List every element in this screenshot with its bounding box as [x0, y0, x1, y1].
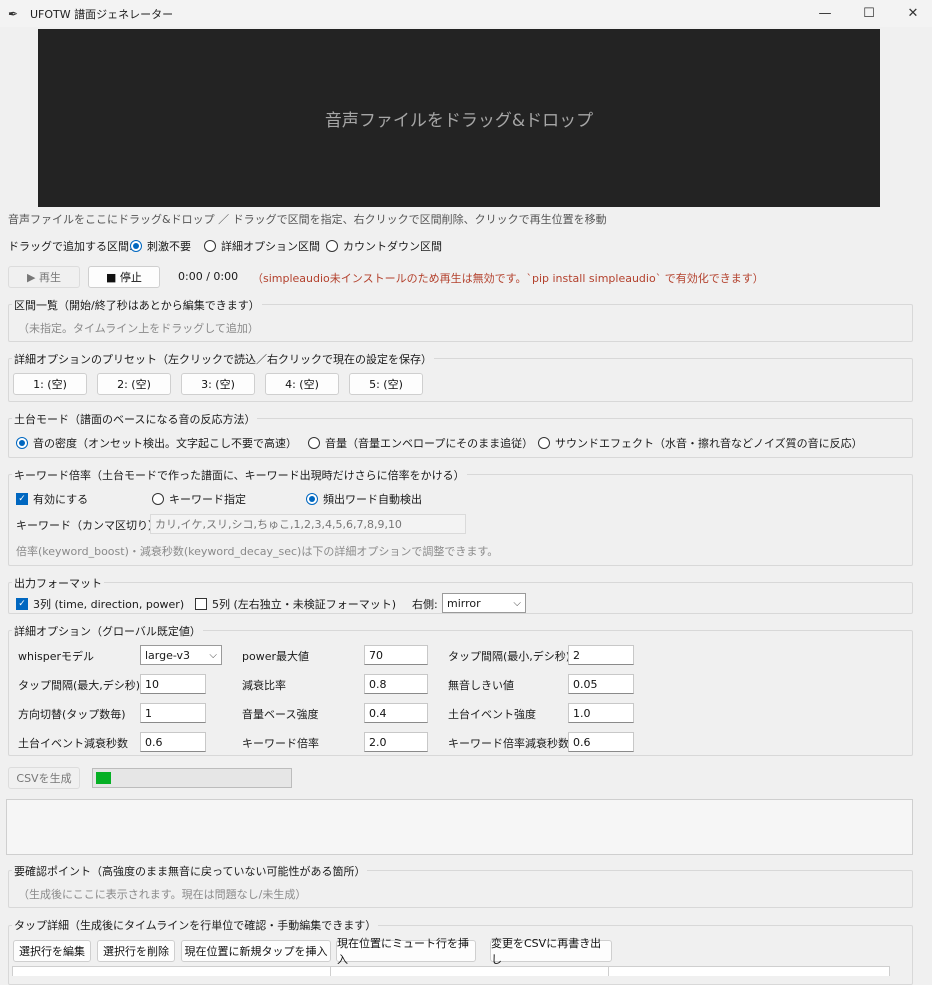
- maximize-button[interactable]: ☐: [846, 0, 892, 27]
- tap-interval-max-input[interactable]: 10: [140, 674, 206, 694]
- insert-tap-button[interactable]: 現在位置に新規タップを挿入: [181, 940, 331, 962]
- five-column-checkbox[interactable]: 5列 (左右独立・未検証フォーマット): [195, 596, 396, 612]
- base-mode-sound-effect[interactable]: サウンドエフェクト（水音・擦れ音などノイズ質の音に反応）: [538, 435, 863, 451]
- silence-threshold-label: 無音しきい値: [448, 679, 514, 692]
- drop-zone-text: 音声ファイルをドラッグ&ドロップ: [324, 110, 594, 131]
- table-column[interactable]: [331, 967, 609, 976]
- tap-interval-max-label: タップ間隔(最大,デシ秒): [18, 679, 141, 692]
- minimize-button[interactable]: —: [802, 0, 848, 27]
- segments-empty: （未指定。タイムライン上をドラッグして追加）: [18, 322, 259, 335]
- keyword-input[interactable]: カリ,イケ,スリ,シコ,ちゅこ,1,2,3,4,5,6,7,8,9,10: [150, 514, 466, 534]
- keyword-decay-label: キーワード倍率減衰秒数: [448, 737, 569, 750]
- preset-2-button[interactable]: 2: (空): [97, 373, 171, 395]
- review-points-title: 要確認ポイント（高強度のまま無音に戻っていない可能性がある箇所）: [12, 863, 368, 879]
- output-format-title: 出力フォーマット: [12, 575, 104, 591]
- rewrite-csv-button[interactable]: 変更をCSVに再書き出し: [490, 937, 612, 966]
- segments-title: 区間一覧（開始/終了秒はあとから編集できます）: [12, 297, 262, 313]
- keyword-boost-input[interactable]: 2.0: [364, 732, 428, 752]
- base-event-strength-input[interactable]: 1.0: [568, 703, 634, 723]
- keyword-enable-checkbox[interactable]: ✓ 有効にする: [16, 491, 88, 507]
- volume-base-strength-input[interactable]: 0.4: [364, 703, 428, 723]
- preset-3-button[interactable]: 3: (空): [181, 373, 255, 395]
- direction-switch-input[interactable]: 1: [140, 703, 206, 723]
- preset-4-button[interactable]: 4: (空): [265, 373, 339, 395]
- base-mode-density[interactable]: 音の密度（オンセット検出。文字起こし不要で高速）: [16, 435, 297, 451]
- radio-dot: [16, 437, 28, 449]
- whisper-model-select[interactable]: large-v3 ⌵: [140, 645, 222, 665]
- tap-details-title: タップ詳細（生成後にタイムラインを行単位で確認・手動編集できます）: [12, 917, 379, 933]
- whisper-model-label: whisperモデル: [18, 650, 95, 663]
- three-column-checkbox[interactable]: ✓ 3列 (time, direction, power): [16, 596, 184, 612]
- log-output[interactable]: [6, 799, 913, 855]
- radio-dot: [204, 240, 216, 252]
- audio-drop-zone[interactable]: 音声ファイルをドラッグ&ドロップ: [38, 29, 880, 207]
- radio-dot: [152, 493, 164, 505]
- power-max-input[interactable]: 70: [364, 645, 428, 665]
- edit-row-button[interactable]: 選択行を編集: [13, 940, 91, 962]
- presets-title: 詳細オプションのプリセット（左クリックで読込／右クリックで現在の設定を保存）: [12, 351, 434, 367]
- right-side-select[interactable]: mirror ⌵: [442, 593, 526, 613]
- check-icon: ✓: [16, 493, 28, 505]
- check-icon: ✓: [16, 598, 28, 610]
- volume-base-strength-label: 音量ベース強度: [242, 708, 319, 721]
- table-column[interactable]: [13, 967, 331, 976]
- audio-warning: （simpleaudio未インストールのため再生は無効です。`pip insta…: [252, 272, 764, 285]
- right-side-label: 右側:: [412, 598, 438, 611]
- tap-interval-min-input[interactable]: 2: [568, 645, 634, 665]
- keyword-mode-specified[interactable]: キーワード指定: [152, 491, 246, 507]
- radio-dot: [308, 437, 320, 449]
- delete-row-button[interactable]: 選択行を削除: [97, 940, 175, 962]
- base-event-decay-label: 土台イベント減衰秒数: [18, 737, 128, 750]
- decay-ratio-input[interactable]: 0.8: [364, 674, 428, 694]
- keyword-mode-auto[interactable]: 頻出ワード自動検出: [306, 491, 422, 507]
- checkbox-box: [195, 598, 207, 610]
- keyword-title: キーワード倍率（土台モードで作った譜面に、キーワード出現時だけさらに倍率をかける…: [12, 467, 467, 483]
- keyword-field-label: キーワード（カンマ区切り）：: [16, 519, 165, 532]
- decay-ratio-label: 減衰比率: [242, 679, 286, 692]
- silence-threshold-input[interactable]: 0.05: [568, 674, 634, 694]
- base-mode-title: 土台モード（譜面のベースになる音の反応方法）: [12, 411, 258, 427]
- keyword-boost-label: キーワード倍率: [242, 737, 319, 750]
- table-column[interactable]: [609, 967, 889, 976]
- advanced-options-title: 詳細オプション（グローバル既定値）: [12, 623, 203, 639]
- generation-progress-bar: [92, 768, 292, 788]
- chevron-down-icon: ⌵: [209, 649, 217, 661]
- tap-interval-min-label: タップ間隔(最小,デシ秒): [448, 650, 571, 663]
- timeline-hint: 音声ファイルをここにドラッグ&ドロップ ／ ドラッグで区間を指定、右クリックで区…: [8, 213, 607, 226]
- drag-mode-label: ドラッグで追加する区間:: [8, 240, 133, 253]
- generate-csv-button[interactable]: CSVを生成: [8, 767, 80, 789]
- preset-5-button[interactable]: 5: (空): [349, 373, 423, 395]
- feather-icon: ✒: [8, 6, 19, 21]
- preset-1-button[interactable]: 1: (空): [13, 373, 87, 395]
- drag-mode-advanced[interactable]: 詳細オプション区間: [204, 238, 320, 254]
- radio-dot: [538, 437, 550, 449]
- base-event-strength-label: 土台イベント強度: [448, 708, 536, 721]
- tap-table[interactable]: [12, 966, 890, 976]
- keyword-note: 倍率(keyword_boost)・減衰秒数(keyword_decay_sec…: [16, 545, 499, 558]
- playback-time: 0:00 / 0:00: [178, 270, 239, 283]
- direction-switch-label: 方向切替(タップ数毎): [18, 708, 126, 721]
- insert-mute-row-button[interactable]: 現在位置にミュート行を挿入: [336, 937, 476, 966]
- review-points-text: （生成後にここに表示されます。現在は問題なし/未生成）: [18, 888, 307, 901]
- title-bar: ✒ UFOTW 譜面ジェネレーター — ☐ ✕: [0, 0, 932, 27]
- window-title: UFOTW 譜面ジェネレーター: [30, 7, 174, 21]
- base-mode-volume[interactable]: 音量（音量エンベロープにそのまま追従）: [308, 435, 533, 451]
- radio-dot: [326, 240, 338, 252]
- stop-button[interactable]: ■ 停止: [88, 266, 160, 288]
- base-event-decay-input[interactable]: 0.6: [140, 732, 206, 752]
- drag-mode-stimulus-none[interactable]: 刺激不要: [130, 238, 191, 254]
- drag-mode-countdown[interactable]: カウントダウン区間: [326, 238, 442, 254]
- keyword-decay-input[interactable]: 0.6: [568, 732, 634, 752]
- power-max-label: power最大値: [242, 650, 309, 663]
- close-button[interactable]: ✕: [890, 0, 932, 27]
- progress-fill: [96, 772, 111, 784]
- radio-dot: [130, 240, 142, 252]
- chevron-down-icon: ⌵: [513, 597, 521, 609]
- radio-dot: [306, 493, 318, 505]
- play-button[interactable]: ▶ 再生: [8, 266, 80, 288]
